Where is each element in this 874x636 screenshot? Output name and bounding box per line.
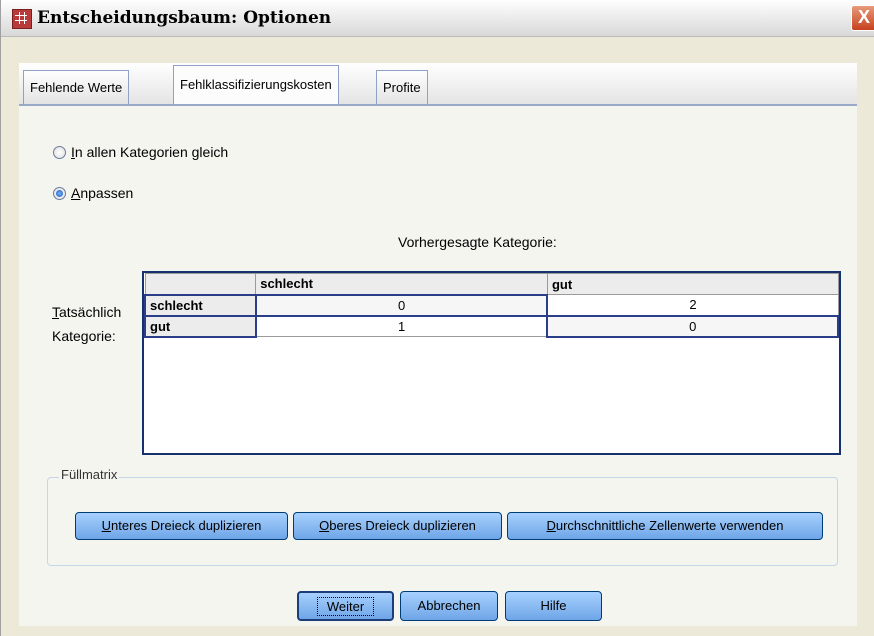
corner-header (144, 273, 257, 295)
actual-label-line1: Tatsächlich (52, 304, 122, 320)
radio-checked-icon[interactable] (53, 186, 66, 200)
cancel-button[interactable]: Abbrechen (400, 591, 498, 621)
radio-custom-costs[interactable]: Anpassen (53, 185, 133, 201)
duplicate-lower-triangle-button[interactable]: Unteres Dreieck duplizieren (75, 512, 288, 540)
radio-equal-costs[interactable]: In allen Kategorien gleich (53, 144, 228, 160)
row-header-gut[interactable]: gut (144, 314, 257, 338)
cost-cell-schlecht-gut[interactable]: 2 (546, 294, 839, 316)
title-bar[interactable]: Entscheidungsbaum: Optionen X (1, 0, 874, 37)
continue-button[interactable]: Weiter (297, 591, 394, 621)
cost-cell-schlecht-schlecht[interactable]: 0 (254, 293, 549, 317)
fill-matrix-legend: Füllmatrix (59, 467, 120, 482)
header-row: schlecht gut (144, 273, 839, 295)
table-row: schlecht 0 2 (144, 293, 839, 317)
tab-fehlende-werte[interactable]: Fehlende Werte (23, 70, 130, 104)
dialog-window: Entscheidungsbaum: Optionen X Fehlende W… (0, 0, 874, 636)
tab-strip: Fehlende Werte Fehlklassifizierungskoste… (19, 63, 857, 106)
duplicate-upper-triangle-button[interactable]: Oberes Dreieck duplizieren (293, 512, 502, 540)
close-icon[interactable]: X (851, 5, 874, 31)
table-grid-icon (12, 9, 32, 29)
average-cell-values-button[interactable]: Durchschnittliche Zellenwerte verwenden (507, 512, 823, 540)
radio-custom-label: Anpassen (71, 185, 134, 201)
cost-cell-gut-schlecht[interactable]: 1 (255, 315, 548, 337)
tab-profite[interactable]: Profite (376, 70, 428, 104)
help-button[interactable]: Hilfe (505, 591, 602, 621)
cost-cell-gut-gut[interactable]: 0 (546, 314, 839, 338)
cost-matrix-table: schlecht gut schlecht 0 2 gut 1 0 (144, 273, 839, 338)
table-row: gut 1 0 (144, 314, 839, 338)
cost-matrix-grid[interactable]: schlecht gut schlecht 0 2 gut 1 0 (142, 271, 841, 455)
column-header-gut[interactable]: gut (546, 273, 839, 295)
window-title: Entscheidungsbaum: Optionen (37, 8, 332, 28)
column-header-schlecht[interactable]: schlecht (255, 273, 548, 295)
tab-fehlklassifizierungskosten[interactable]: Fehlklassifizierungskosten (173, 65, 339, 104)
radio-equal-label: In allen Kategorien gleich (71, 144, 229, 160)
row-header-schlecht[interactable]: schlecht (144, 293, 257, 317)
predicted-category-label: Vorhergesagte Kategorie: (398, 234, 557, 250)
radio-unchecked-icon[interactable] (53, 145, 66, 159)
actual-label-line2: Kategorie: (52, 328, 116, 344)
